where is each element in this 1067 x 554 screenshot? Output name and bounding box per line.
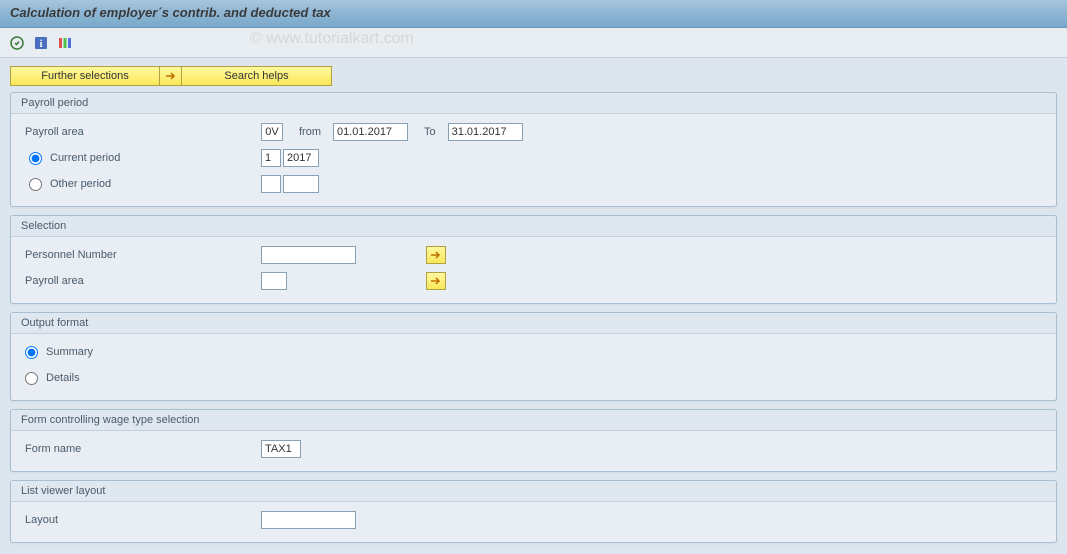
details-radio-label[interactable]: Details [21,372,80,385]
payroll-area-multiple-button[interactable] [426,272,446,290]
from-date-input[interactable] [333,123,408,141]
payroll-area-label: Payroll area [21,126,261,138]
info-icon[interactable]: i [32,34,50,52]
execute-icon[interactable] [8,34,26,52]
output-format-group: Output format Summary Details [10,312,1057,401]
toolbar: i [0,28,1067,58]
selection-title: Selection [11,216,1056,237]
list-viewer-title: List viewer layout [11,481,1056,502]
details-radio[interactable] [25,372,38,385]
arrow-separator-button[interactable] [160,66,182,86]
other-num-input[interactable] [261,175,281,193]
selection-buttons-row: Further selections Search helps [10,66,1057,86]
personnel-number-label: Personnel Number [21,249,261,261]
form-control-title: Form controlling wage type selection [11,410,1056,431]
to-label: To [408,126,448,138]
svg-text:i: i [40,39,43,50]
current-period-text: Current period [50,152,120,164]
personnel-multiple-button[interactable] [426,246,446,264]
other-period-radio[interactable] [29,178,42,191]
form-control-group: Form controlling wage type selection For… [10,409,1057,472]
selection-group: Selection Personnel Number Payroll area [10,215,1057,304]
arrow-right-icon [430,276,442,286]
summary-radio[interactable] [25,346,38,359]
details-text: Details [46,372,80,384]
title-bar: Calculation of employer´s contrib. and d… [0,0,1067,28]
personnel-number-input[interactable] [261,246,356,264]
payroll-period-group: Payroll period Payroll area from To Curr… [10,92,1057,207]
arrow-right-icon [430,250,442,260]
from-label: from [283,126,333,138]
selection-payroll-area-label: Payroll area [21,275,261,287]
payroll-period-title: Payroll period [11,93,1056,114]
current-period-radio-label[interactable]: Current period [25,152,261,165]
output-format-title: Output format [11,313,1056,334]
layout-input[interactable] [261,511,356,529]
content-area: Further selections Search helps Payroll … [0,58,1067,554]
current-period-radio[interactable] [29,152,42,165]
other-year-input[interactable] [283,175,319,193]
search-helps-button[interactable]: Search helps [182,66,332,86]
further-selections-button[interactable]: Further selections [10,66,160,86]
form-name-label: Form name [21,443,261,455]
other-period-text: Other period [50,178,111,190]
layout-label: Layout [21,514,261,526]
payroll-area-input[interactable] [261,123,283,141]
arrow-right-icon [165,71,177,81]
other-period-radio-label[interactable]: Other period [25,178,261,191]
form-name-input[interactable] [261,440,301,458]
selection-payroll-area-input[interactable] [261,272,287,290]
current-year-input[interactable] [283,149,319,167]
page-title: Calculation of employer´s contrib. and d… [10,5,331,20]
current-num-input[interactable] [261,149,281,167]
summary-text: Summary [46,346,93,358]
list-viewer-group: List viewer layout Layout [10,480,1057,543]
to-date-input[interactable] [448,123,523,141]
columns-icon[interactable] [56,34,74,52]
summary-radio-label[interactable]: Summary [21,346,93,359]
